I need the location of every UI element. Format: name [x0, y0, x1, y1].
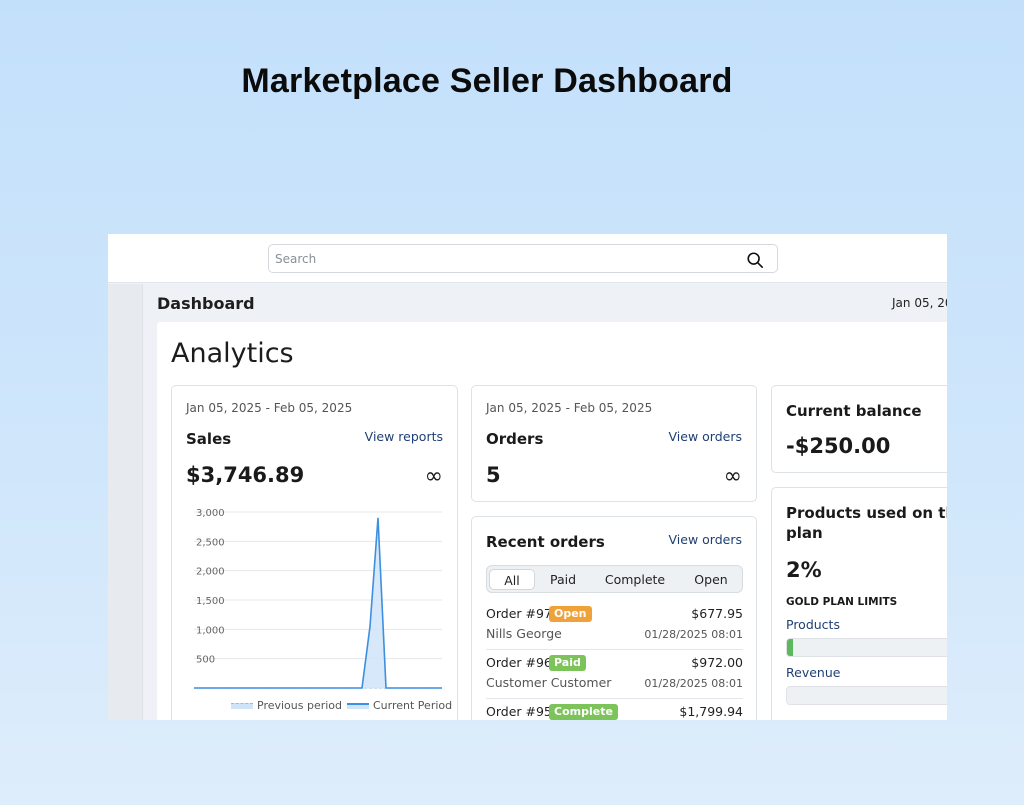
- legend-swatch-previous: [231, 703, 253, 709]
- plan-usage-value: 2%: [786, 558, 822, 582]
- order-row[interactable]: Order #95 Complete $1,799.94: [486, 699, 743, 720]
- recent-orders-card: Recent orders View orders All Paid Compl…: [471, 516, 757, 720]
- order-customer: Nills George: [486, 626, 562, 641]
- sales-card: Jan 05, 2025 - Feb 05, 2025 Sales View r…: [171, 385, 458, 720]
- legend-swatch-current: [347, 703, 369, 709]
- app-window: Dashboard Jan 05, 20 Analytics Jan 05, 2…: [108, 234, 947, 720]
- analytics-title: Analytics: [171, 338, 294, 369]
- order-id: Order #96: [486, 655, 552, 670]
- balance-value: -$250.00: [786, 434, 891, 458]
- balance-card: Current balance -$250.00: [771, 385, 947, 473]
- chart-ytick-label: 1,500: [196, 596, 225, 607]
- chart-line-current: [194, 517, 442, 689]
- chart-ytick-label: 500: [196, 655, 215, 666]
- tab-complete[interactable]: Complete: [597, 569, 673, 590]
- revenue-progress-bar: [786, 686, 947, 705]
- orders-card: Jan 05, 2025 - Feb 05, 2025 Orders View …: [471, 385, 757, 502]
- recent-orders-title: Recent orders: [486, 533, 605, 551]
- order-row[interactable]: Order #96 Paid $972.00 Customer Customer…: [486, 650, 743, 699]
- plan-usage-card: Products used on the plan 2% GOLD PLAN L…: [771, 487, 947, 720]
- plan-usage-label: Products used on the: [786, 504, 947, 522]
- legend-label-current: Current Period: [373, 699, 453, 712]
- search-input[interactable]: [275, 249, 735, 269]
- chart-ytick-label: 1,000: [196, 625, 225, 636]
- plan-usage-label-line2: plan: [786, 524, 823, 542]
- tab-open[interactable]: Open: [683, 569, 739, 590]
- top-bar: [108, 234, 947, 283]
- status-badge: Paid: [549, 655, 586, 671]
- order-datetime: 01/28/2025 08:01: [644, 677, 743, 690]
- order-customer: Customer Customer: [486, 675, 612, 690]
- sales-date-range: Jan 05, 2025 - Feb 05, 2025: [186, 401, 353, 415]
- search-box[interactable]: [268, 244, 778, 273]
- header-date: Jan 05, 20: [892, 296, 947, 310]
- chart-ytick-label: 3,000: [196, 508, 225, 519]
- chart-ytick-label: 2,000: [196, 567, 225, 578]
- plan-limits-title: GOLD PLAN LIMITS: [786, 596, 898, 608]
- sales-chart: 500 1,000 1,500 2,000 2,500 3,000: [194, 508, 442, 689]
- order-id: Order #95: [486, 704, 552, 719]
- products-limit-label: Products: [786, 617, 840, 632]
- recent-orders-view-link[interactable]: View orders: [669, 532, 742, 547]
- products-progress-fill: [787, 639, 793, 656]
- status-badge: Open: [549, 606, 592, 622]
- products-progress-bar: [786, 638, 947, 657]
- balance-label: Current balance: [786, 402, 922, 420]
- tab-paid[interactable]: Paid: [539, 569, 587, 590]
- orders-trend-icon: ∞: [723, 464, 742, 489]
- orders-value: 5: [486, 463, 501, 487]
- page-title: Dashboard: [157, 294, 255, 313]
- legend-label-previous: Previous period: [257, 699, 343, 712]
- order-filter-tabs: All Paid Complete Open: [486, 565, 743, 593]
- legend-previous: Previous period: [231, 699, 342, 712]
- view-reports-link[interactable]: View reports: [365, 429, 443, 444]
- order-row[interactable]: Order #97 Open $677.95 Nills George 01/2…: [486, 601, 743, 650]
- order-amount: $677.95: [691, 606, 743, 621]
- legend-current: Current Period: [347, 699, 452, 712]
- view-orders-link[interactable]: View orders: [669, 429, 742, 444]
- sales-value: $3,746.89: [186, 463, 305, 487]
- order-amount: $972.00: [691, 655, 743, 670]
- search-icon[interactable]: [746, 251, 764, 269]
- order-amount: $1,799.94: [679, 704, 743, 719]
- tab-all[interactable]: All: [489, 569, 535, 590]
- chart-ytick-label: 2,500: [196, 537, 225, 548]
- order-datetime: 01/28/2025 08:01: [644, 628, 743, 641]
- order-id: Order #97: [486, 606, 552, 621]
- revenue-limit-label: Revenue: [786, 665, 841, 680]
- orders-date-range: Jan 05, 2025 - Feb 05, 2025: [486, 401, 653, 415]
- page-heading: Marketplace Seller Dashboard: [241, 62, 733, 100]
- orders-label: Orders: [486, 430, 544, 448]
- sales-label: Sales: [186, 430, 232, 448]
- chart-area-current: [194, 517, 442, 688]
- sales-trend-icon: ∞: [424, 464, 443, 489]
- content-panel: Analytics Jan 05, 2025 - Feb 05, 2025 Sa…: [157, 322, 947, 720]
- sidebar: [108, 284, 143, 720]
- status-badge: Complete: [549, 704, 618, 720]
